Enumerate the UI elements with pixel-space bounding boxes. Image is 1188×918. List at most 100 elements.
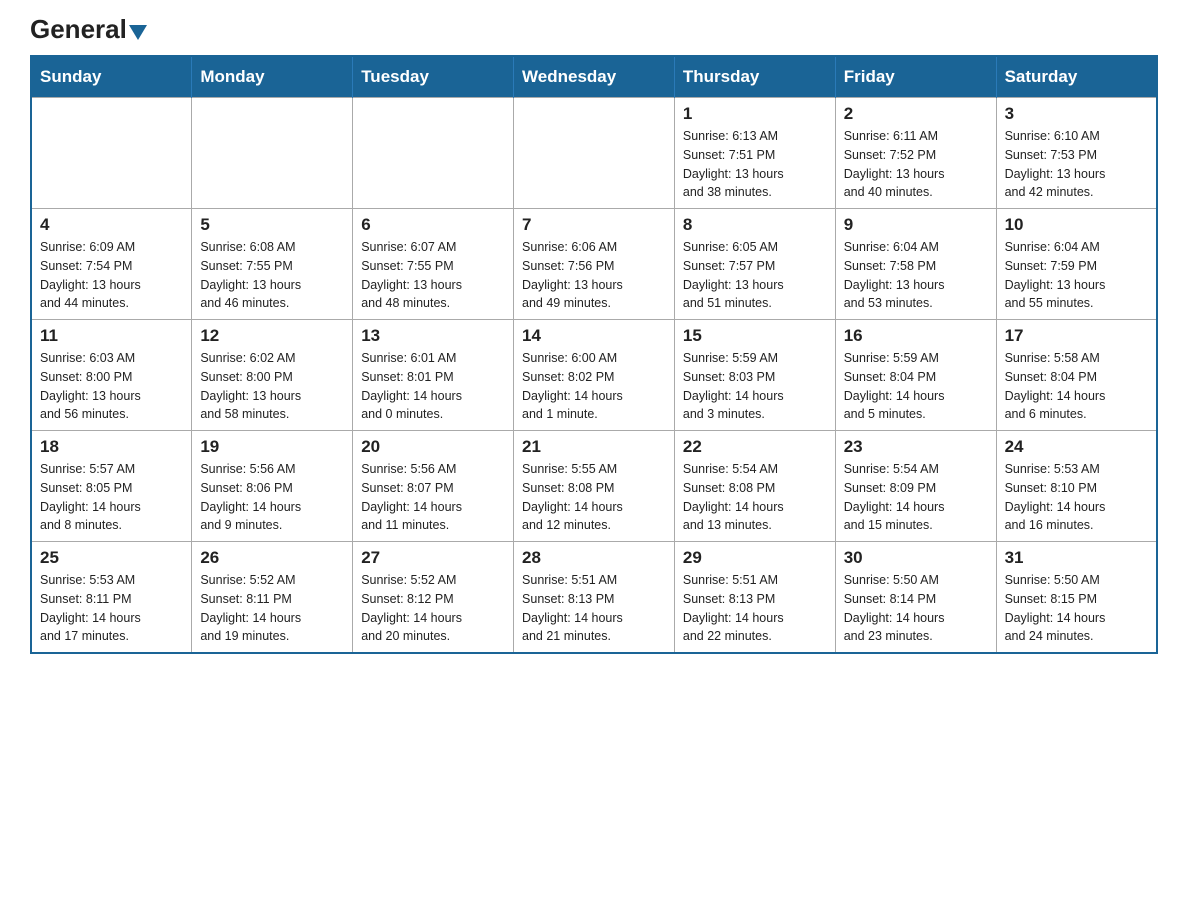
calendar-day-cell: 4 Sunrise: 6:09 AMSunset: 7:54 PMDaylight… xyxy=(31,209,192,320)
calendar-day-cell xyxy=(353,98,514,209)
calendar-day-cell: 6Sunrise: 6:07 AMSunset: 7:55 PMDaylight… xyxy=(353,209,514,320)
calendar-day-cell: 16 Sunrise: 5:59 AMSunset: 8:04 PMDayligh… xyxy=(835,320,996,431)
calendar-day-cell: 3 Sunrise: 6:10 AMSunset: 7:53 PMDaylight… xyxy=(996,98,1157,209)
day-number: 29 xyxy=(683,548,827,568)
calendar-day-cell: 5 Sunrise: 6:08 AMSunset: 7:55 PMDaylight… xyxy=(192,209,353,320)
calendar-day-cell: 23Sunrise: 5:54 AMSunset: 8:09 PMDayligh… xyxy=(835,431,996,542)
day-number: 26 xyxy=(200,548,344,568)
day-info: Sunrise: 6:06 AMSunset: 7:56 PMDaylight:… xyxy=(522,238,666,313)
calendar-day-cell: 30 Sunrise: 5:50 AMSunset: 8:14 PMDayligh… xyxy=(835,542,996,654)
calendar-day-cell: 24Sunrise: 5:53 AMSunset: 8:10 PMDayligh… xyxy=(996,431,1157,542)
calendar-day-cell: 28 Sunrise: 5:51 AMSunset: 8:13 PMDayligh… xyxy=(514,542,675,654)
day-number: 12 xyxy=(200,326,344,346)
calendar-day-cell xyxy=(31,98,192,209)
day-info: Sunrise: 6:07 AMSunset: 7:55 PMDaylight:… xyxy=(361,238,505,313)
calendar-header-row: SundayMondayTuesdayWednesdayThursdayFrid… xyxy=(31,56,1157,98)
calendar-day-cell: 10Sunrise: 6:04 AMSunset: 7:59 PMDayligh… xyxy=(996,209,1157,320)
calendar-day-cell xyxy=(192,98,353,209)
page-header: General xyxy=(30,20,1158,45)
day-info: Sunrise: 5:52 AMSunset: 8:11 PMDaylight:… xyxy=(200,571,344,646)
day-info: Sunrise: 5:51 AMSunset: 8:13 PMDaylight:… xyxy=(522,571,666,646)
day-info: Sunrise: 5:55 AMSunset: 8:08 PMDaylight:… xyxy=(522,460,666,535)
day-number: 23 xyxy=(844,437,988,457)
calendar-week-row: 1Sunrise: 6:13 AMSunset: 7:51 PMDaylight… xyxy=(31,98,1157,209)
day-number: 21 xyxy=(522,437,666,457)
day-info: Sunrise: 6:03 AMSunset: 8:00 PMDaylight:… xyxy=(40,349,183,424)
day-number: 28 xyxy=(522,548,666,568)
day-info: Sunrise: 5:50 AMSunset: 8:14 PMDaylight:… xyxy=(844,571,988,646)
calendar-weekday-header: Saturday xyxy=(996,56,1157,98)
day-number: 25 xyxy=(40,548,183,568)
day-info: Sunrise: 5:51 AMSunset: 8:13 PMDaylight:… xyxy=(683,571,827,646)
day-info: Sunrise: 6:10 AMSunset: 7:53 PMDaylight:… xyxy=(1005,127,1148,202)
day-info: Sunrise: 5:59 AMSunset: 8:03 PMDaylight:… xyxy=(683,349,827,424)
calendar-day-cell xyxy=(514,98,675,209)
day-info: Sunrise: 5:59 AMSunset: 8:04 PMDaylight:… xyxy=(844,349,988,424)
calendar-day-cell: 25 Sunrise: 5:53 AMSunset: 8:11 PMDayligh… xyxy=(31,542,192,654)
calendar-day-cell: 8 Sunrise: 6:05 AMSunset: 7:57 PMDaylight… xyxy=(674,209,835,320)
day-info: Sunrise: 5:54 AMSunset: 8:08 PMDaylight:… xyxy=(683,460,827,535)
calendar-day-cell: 26 Sunrise: 5:52 AMSunset: 8:11 PMDayligh… xyxy=(192,542,353,654)
day-number: 9 xyxy=(844,215,988,235)
day-info: Sunrise: 5:52 AMSunset: 8:12 PMDaylight:… xyxy=(361,571,505,646)
calendar-week-row: 18 Sunrise: 5:57 AMSunset: 8:05 PMDayligh… xyxy=(31,431,1157,542)
day-number: 17 xyxy=(1005,326,1148,346)
day-info: Sunrise: 6:08 AMSunset: 7:55 PMDaylight:… xyxy=(200,238,344,313)
day-info: Sunrise: 5:56 AMSunset: 8:07 PMDaylight:… xyxy=(361,460,505,535)
day-info: Sunrise: 6:04 AMSunset: 7:58 PMDaylight:… xyxy=(844,238,988,313)
day-info: Sunrise: 6:05 AMSunset: 7:57 PMDaylight:… xyxy=(683,238,827,313)
calendar-weekday-header: Friday xyxy=(835,56,996,98)
day-number: 24 xyxy=(1005,437,1148,457)
day-number: 27 xyxy=(361,548,505,568)
calendar-day-cell: 14Sunrise: 6:00 AMSunset: 8:02 PMDayligh… xyxy=(514,320,675,431)
day-number: 19 xyxy=(200,437,344,457)
calendar-weekday-header: Sunday xyxy=(31,56,192,98)
calendar-day-cell: 12 Sunrise: 6:02 AMSunset: 8:00 PMDayligh… xyxy=(192,320,353,431)
day-number: 30 xyxy=(844,548,988,568)
calendar-week-row: 11 Sunrise: 6:03 AMSunset: 8:00 PMDayligh… xyxy=(31,320,1157,431)
calendar-day-cell: 2 Sunrise: 6:11 AMSunset: 7:52 PMDaylight… xyxy=(835,98,996,209)
calendar-day-cell: 29 Sunrise: 5:51 AMSunset: 8:13 PMDayligh… xyxy=(674,542,835,654)
day-number: 4 xyxy=(40,215,183,235)
calendar-weekday-header: Tuesday xyxy=(353,56,514,98)
day-number: 16 xyxy=(844,326,988,346)
calendar-table: SundayMondayTuesdayWednesdayThursdayFrid… xyxy=(30,55,1158,654)
calendar-week-row: 4 Sunrise: 6:09 AMSunset: 7:54 PMDaylight… xyxy=(31,209,1157,320)
calendar-weekday-header: Monday xyxy=(192,56,353,98)
calendar-day-cell: 18 Sunrise: 5:57 AMSunset: 8:05 PMDayligh… xyxy=(31,431,192,542)
calendar-day-cell: 15Sunrise: 5:59 AMSunset: 8:03 PMDayligh… xyxy=(674,320,835,431)
day-number: 18 xyxy=(40,437,183,457)
day-info: Sunrise: 6:09 AMSunset: 7:54 PMDaylight:… xyxy=(40,238,183,313)
calendar-day-cell: 9 Sunrise: 6:04 AMSunset: 7:58 PMDaylight… xyxy=(835,209,996,320)
logo-general-full: General xyxy=(30,14,127,45)
day-number: 3 xyxy=(1005,104,1148,124)
day-info: Sunrise: 5:56 AMSunset: 8:06 PMDaylight:… xyxy=(200,460,344,535)
calendar-day-cell: 11 Sunrise: 6:03 AMSunset: 8:00 PMDayligh… xyxy=(31,320,192,431)
day-number: 20 xyxy=(361,437,505,457)
day-info: Sunrise: 6:11 AMSunset: 7:52 PMDaylight:… xyxy=(844,127,988,202)
day-number: 11 xyxy=(40,326,183,346)
day-info: Sunrise: 5:53 AMSunset: 8:11 PMDaylight:… xyxy=(40,571,183,646)
day-number: 7 xyxy=(522,215,666,235)
day-number: 22 xyxy=(683,437,827,457)
calendar-day-cell: 20 Sunrise: 5:56 AMSunset: 8:07 PMDayligh… xyxy=(353,431,514,542)
calendar-day-cell: 21 Sunrise: 5:55 AMSunset: 8:08 PMDayligh… xyxy=(514,431,675,542)
calendar-day-cell: 22 Sunrise: 5:54 AMSunset: 8:08 PMDayligh… xyxy=(674,431,835,542)
calendar-day-cell: 7 Sunrise: 6:06 AMSunset: 7:56 PMDaylight… xyxy=(514,209,675,320)
day-info: Sunrise: 6:01 AMSunset: 8:01 PMDaylight:… xyxy=(361,349,505,424)
calendar-week-row: 25 Sunrise: 5:53 AMSunset: 8:11 PMDayligh… xyxy=(31,542,1157,654)
logo-arrow-icon xyxy=(129,25,147,40)
day-number: 14 xyxy=(522,326,666,346)
day-info: Sunrise: 6:02 AMSunset: 8:00 PMDaylight:… xyxy=(200,349,344,424)
day-info: Sunrise: 5:58 AMSunset: 8:04 PMDaylight:… xyxy=(1005,349,1148,424)
day-info: Sunrise: 5:50 AMSunset: 8:15 PMDaylight:… xyxy=(1005,571,1148,646)
calendar-day-cell: 27 Sunrise: 5:52 AMSunset: 8:12 PMDayligh… xyxy=(353,542,514,654)
calendar-day-cell: 1Sunrise: 6:13 AMSunset: 7:51 PMDaylight… xyxy=(674,98,835,209)
day-number: 1 xyxy=(683,104,827,124)
day-number: 2 xyxy=(844,104,988,124)
day-info: Sunrise: 5:57 AMSunset: 8:05 PMDaylight:… xyxy=(40,460,183,535)
day-number: 10 xyxy=(1005,215,1148,235)
calendar-weekday-header: Thursday xyxy=(674,56,835,98)
day-number: 8 xyxy=(683,215,827,235)
day-number: 5 xyxy=(200,215,344,235)
